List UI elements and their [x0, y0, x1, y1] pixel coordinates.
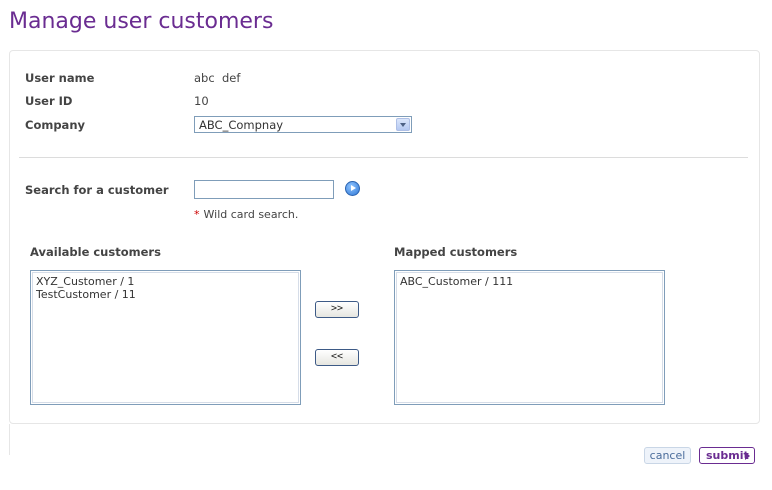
cancel-button[interactable]: cancel	[644, 447, 691, 464]
company-select[interactable]: ABC_Compnay	[194, 116, 412, 133]
submit-button[interactable]: submit	[699, 447, 755, 464]
list-item[interactable]: XYZ_Customer / 1	[36, 275, 295, 288]
section-divider	[19, 157, 748, 158]
available-customers-label: Available customers	[30, 245, 161, 259]
wildcard-hint-text: Wild card search.	[203, 208, 299, 221]
available-customers-list[interactable]: XYZ_Customer / 1 TestCustomer / 11	[30, 270, 301, 405]
wildcard-hint: * Wild card search.	[194, 208, 298, 221]
list-item[interactable]: TestCustomer / 11	[36, 288, 295, 301]
user-name-value: abc def	[194, 71, 241, 85]
list-item[interactable]: ABC_Customer / 111	[400, 275, 659, 288]
user-id-label: User ID	[25, 94, 73, 108]
company-label: Company	[25, 118, 85, 132]
submit-button-label: submit	[706, 449, 749, 462]
arrow-right-icon	[745, 452, 750, 460]
add-customer-button[interactable]: >>	[315, 301, 359, 318]
mapped-customers-list-inner: ABC_Customer / 111	[396, 272, 663, 403]
chevron-down-icon[interactable]	[396, 118, 410, 131]
available-customers-list-inner: XYZ_Customer / 1 TestCustomer / 11	[32, 272, 299, 403]
mapped-customers-list[interactable]: ABC_Customer / 111	[394, 270, 665, 405]
search-input[interactable]	[194, 180, 334, 199]
go-arrow-icon[interactable]	[345, 181, 360, 196]
company-select-value: ABC_Compnay	[199, 118, 284, 132]
search-label: Search for a customer	[25, 183, 169, 197]
user-id-value: 10	[194, 94, 209, 108]
mapped-customers-label: Mapped customers	[394, 245, 518, 259]
user-name-label: User name	[25, 71, 95, 85]
page-title: Manage user customers	[9, 9, 274, 34]
remove-customer-button[interactable]: <<	[315, 349, 359, 366]
required-star: *	[194, 208, 200, 221]
